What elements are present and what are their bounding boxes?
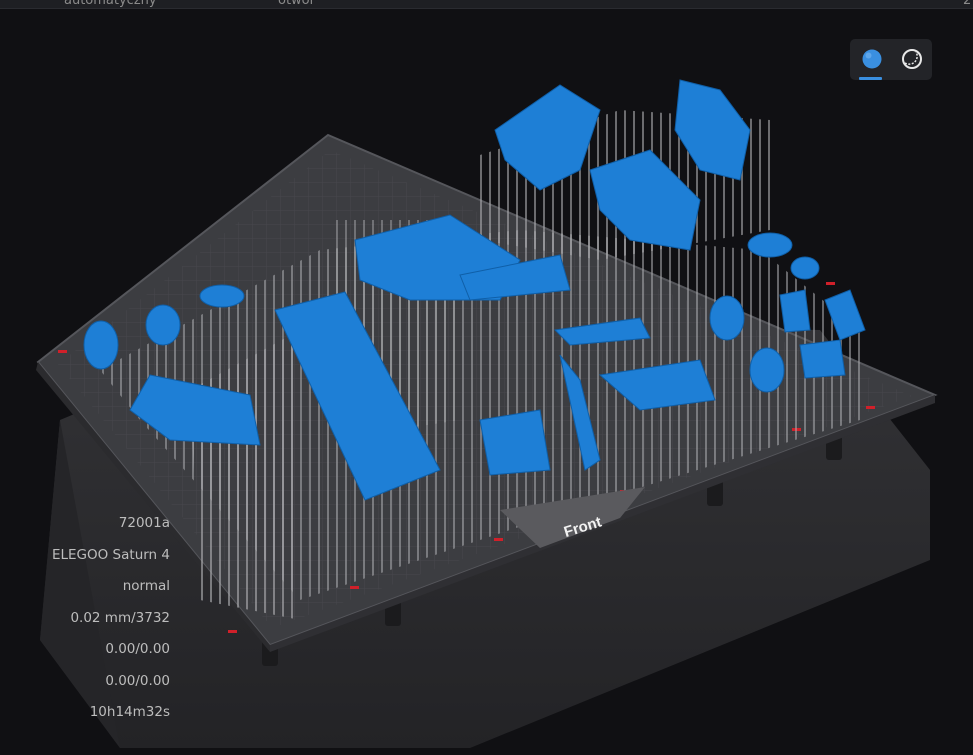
top-field-middle: otwór — [278, 0, 315, 8]
top-field-right: 2 — [963, 0, 972, 8]
view-mode-toggle — [850, 39, 932, 80]
info-print-time: 10h14m32s — [89, 704, 170, 720]
info-printer: ELEGOO Saturn 4 — [51, 546, 170, 563]
info-mode: normal — [122, 578, 170, 594]
wireframe-sphere-icon — [902, 49, 922, 69]
top-toolbar: automatyczny otwór 2 — [0, 0, 973, 9]
info-value-a: 0.00/0.00 — [105, 641, 170, 657]
top-field-left: automatyczny — [64, 0, 157, 8]
active-view-indicator — [859, 77, 882, 80]
solid-view-button[interactable] — [858, 45, 886, 73]
info-file-name: 72001a — [118, 515, 170, 531]
solid-sphere-icon — [862, 49, 882, 69]
info-value-b: 0.00/0.00 — [105, 672, 170, 689]
print-info-panel: 72001a ELEGOO Saturn 4 normal 0.02 mm/37… — [0, 508, 170, 729]
info-layer: 0.02 mm/3732 — [70, 609, 170, 626]
3d-viewport[interactable]: Front 72001a ELEGOO Saturn 4 normal 0.02… — [0, 9, 973, 750]
wireframe-view-button[interactable] — [898, 45, 926, 73]
